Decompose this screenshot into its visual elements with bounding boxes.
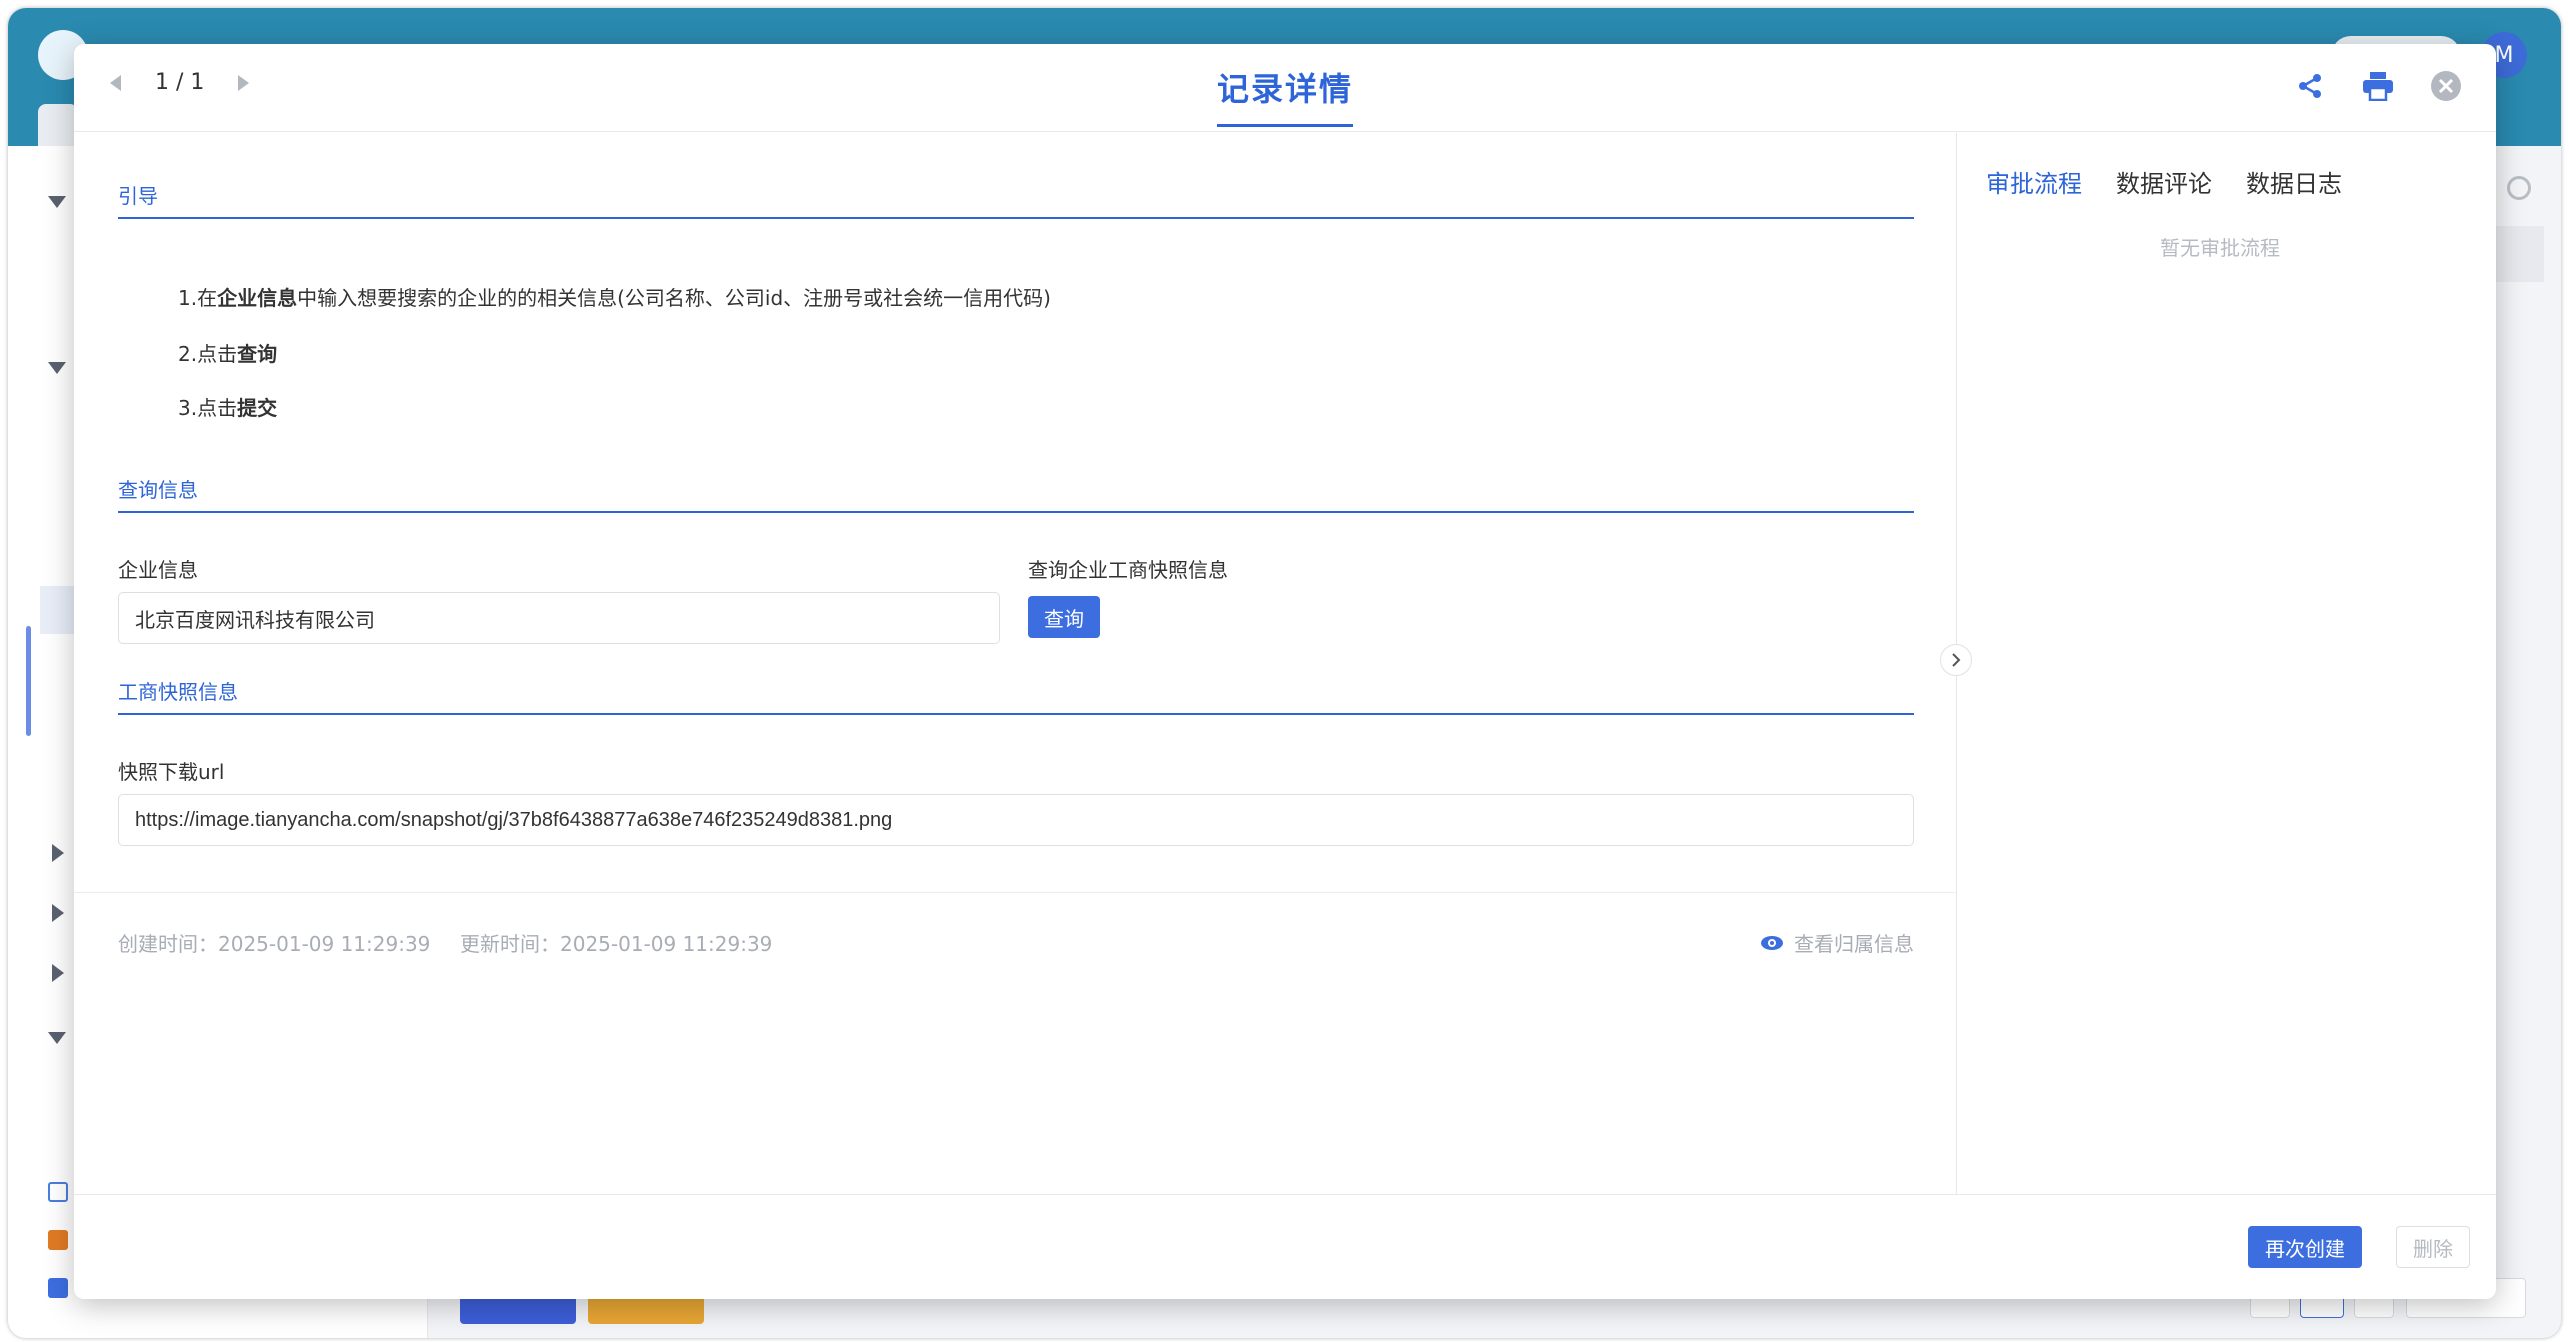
query-section-title: 查询信息 [118, 474, 1914, 513]
tab-approval-flow[interactable]: 审批流程 [1986, 164, 2082, 199]
chevron-right-icon [52, 964, 64, 982]
pager-count: 1 / 1 [155, 70, 205, 95]
guide-step-1: 1.在企业信息中输入想要搜索的企业的的相关信息(公司名称、公司id、注册号或社会… [178, 286, 1051, 310]
tab-data-log[interactable]: 数据日志 [2246, 164, 2342, 199]
print-icon[interactable] [2358, 66, 2398, 106]
right-panel-tabs: 审批流程 数据评论 数据日志 [1986, 164, 2342, 199]
chevron-right-icon [52, 844, 64, 862]
company-info-label: 企业信息 [118, 558, 198, 582]
tab-data-comments[interactable]: 数据评论 [2116, 164, 2212, 199]
created-time: 创建时间：2025-01-09 11:29:39 [118, 932, 431, 956]
table-icon [48, 1230, 68, 1250]
chevron-down-icon [48, 196, 66, 208]
previous-record-icon[interactable] [110, 74, 121, 91]
sidebar-scroll-indicator [26, 626, 31, 736]
guide-step-2: 2.点击查询 [178, 342, 278, 366]
record-pager: 1 / 1 [110, 70, 250, 95]
empty-approval-text: 暂无审批流程 [2160, 236, 2280, 260]
refresh-icon [2507, 176, 2531, 200]
snapshot-url-input[interactable]: https://image.tianyancha.com/snapshot/gj… [118, 794, 1914, 846]
snapshot-query-label: 查询企业工商快照信息 [1028, 558, 1228, 582]
chevron-down-icon [48, 1032, 66, 1044]
chevron-right-icon [1952, 653, 1961, 667]
chevron-down-icon [48, 362, 66, 374]
next-record-icon[interactable] [238, 74, 250, 91]
delete-button[interactable]: 删除 [2396, 1226, 2470, 1268]
record-detail-modal: 1 / 1 记录详情 引导 1.在企业信息中输入想要搜索的企业的的相关信息(公司… [74, 44, 2496, 1299]
modal-footer [74, 1194, 2496, 1299]
updated-time: 更新时间：2025-01-09 11:29:39 [460, 932, 773, 956]
guide-section-title: 引导 [118, 180, 1914, 219]
folder-icon [48, 1278, 68, 1298]
content-divider [74, 892, 1956, 893]
share-icon[interactable] [2290, 66, 2330, 106]
recreate-button[interactable]: 再次创建 [2248, 1226, 2362, 1268]
header-actions [2290, 66, 2466, 106]
modal-header: 1 / 1 记录详情 [74, 44, 2496, 132]
query-button[interactable]: 查询 [1028, 596, 1100, 638]
collapse-panel-button[interactable] [1940, 644, 1972, 676]
company-info-input[interactable]: 北京百度网讯科技有限公司 [118, 592, 1000, 644]
eye-icon [1761, 935, 1783, 950]
snapshot-url-label: 快照下载url [118, 760, 225, 784]
modal-title: 记录详情 [1216, 64, 1354, 127]
form-icon [48, 1182, 68, 1202]
background-tab [38, 104, 78, 146]
view-owner-link[interactable]: 查看归属信息 [1760, 928, 1914, 957]
close-icon[interactable] [2426, 66, 2466, 106]
chevron-right-icon [52, 904, 64, 922]
guide-step-3: 3.点击提交 [178, 396, 278, 420]
snapshot-section-title: 工商快照信息 [118, 676, 1914, 715]
